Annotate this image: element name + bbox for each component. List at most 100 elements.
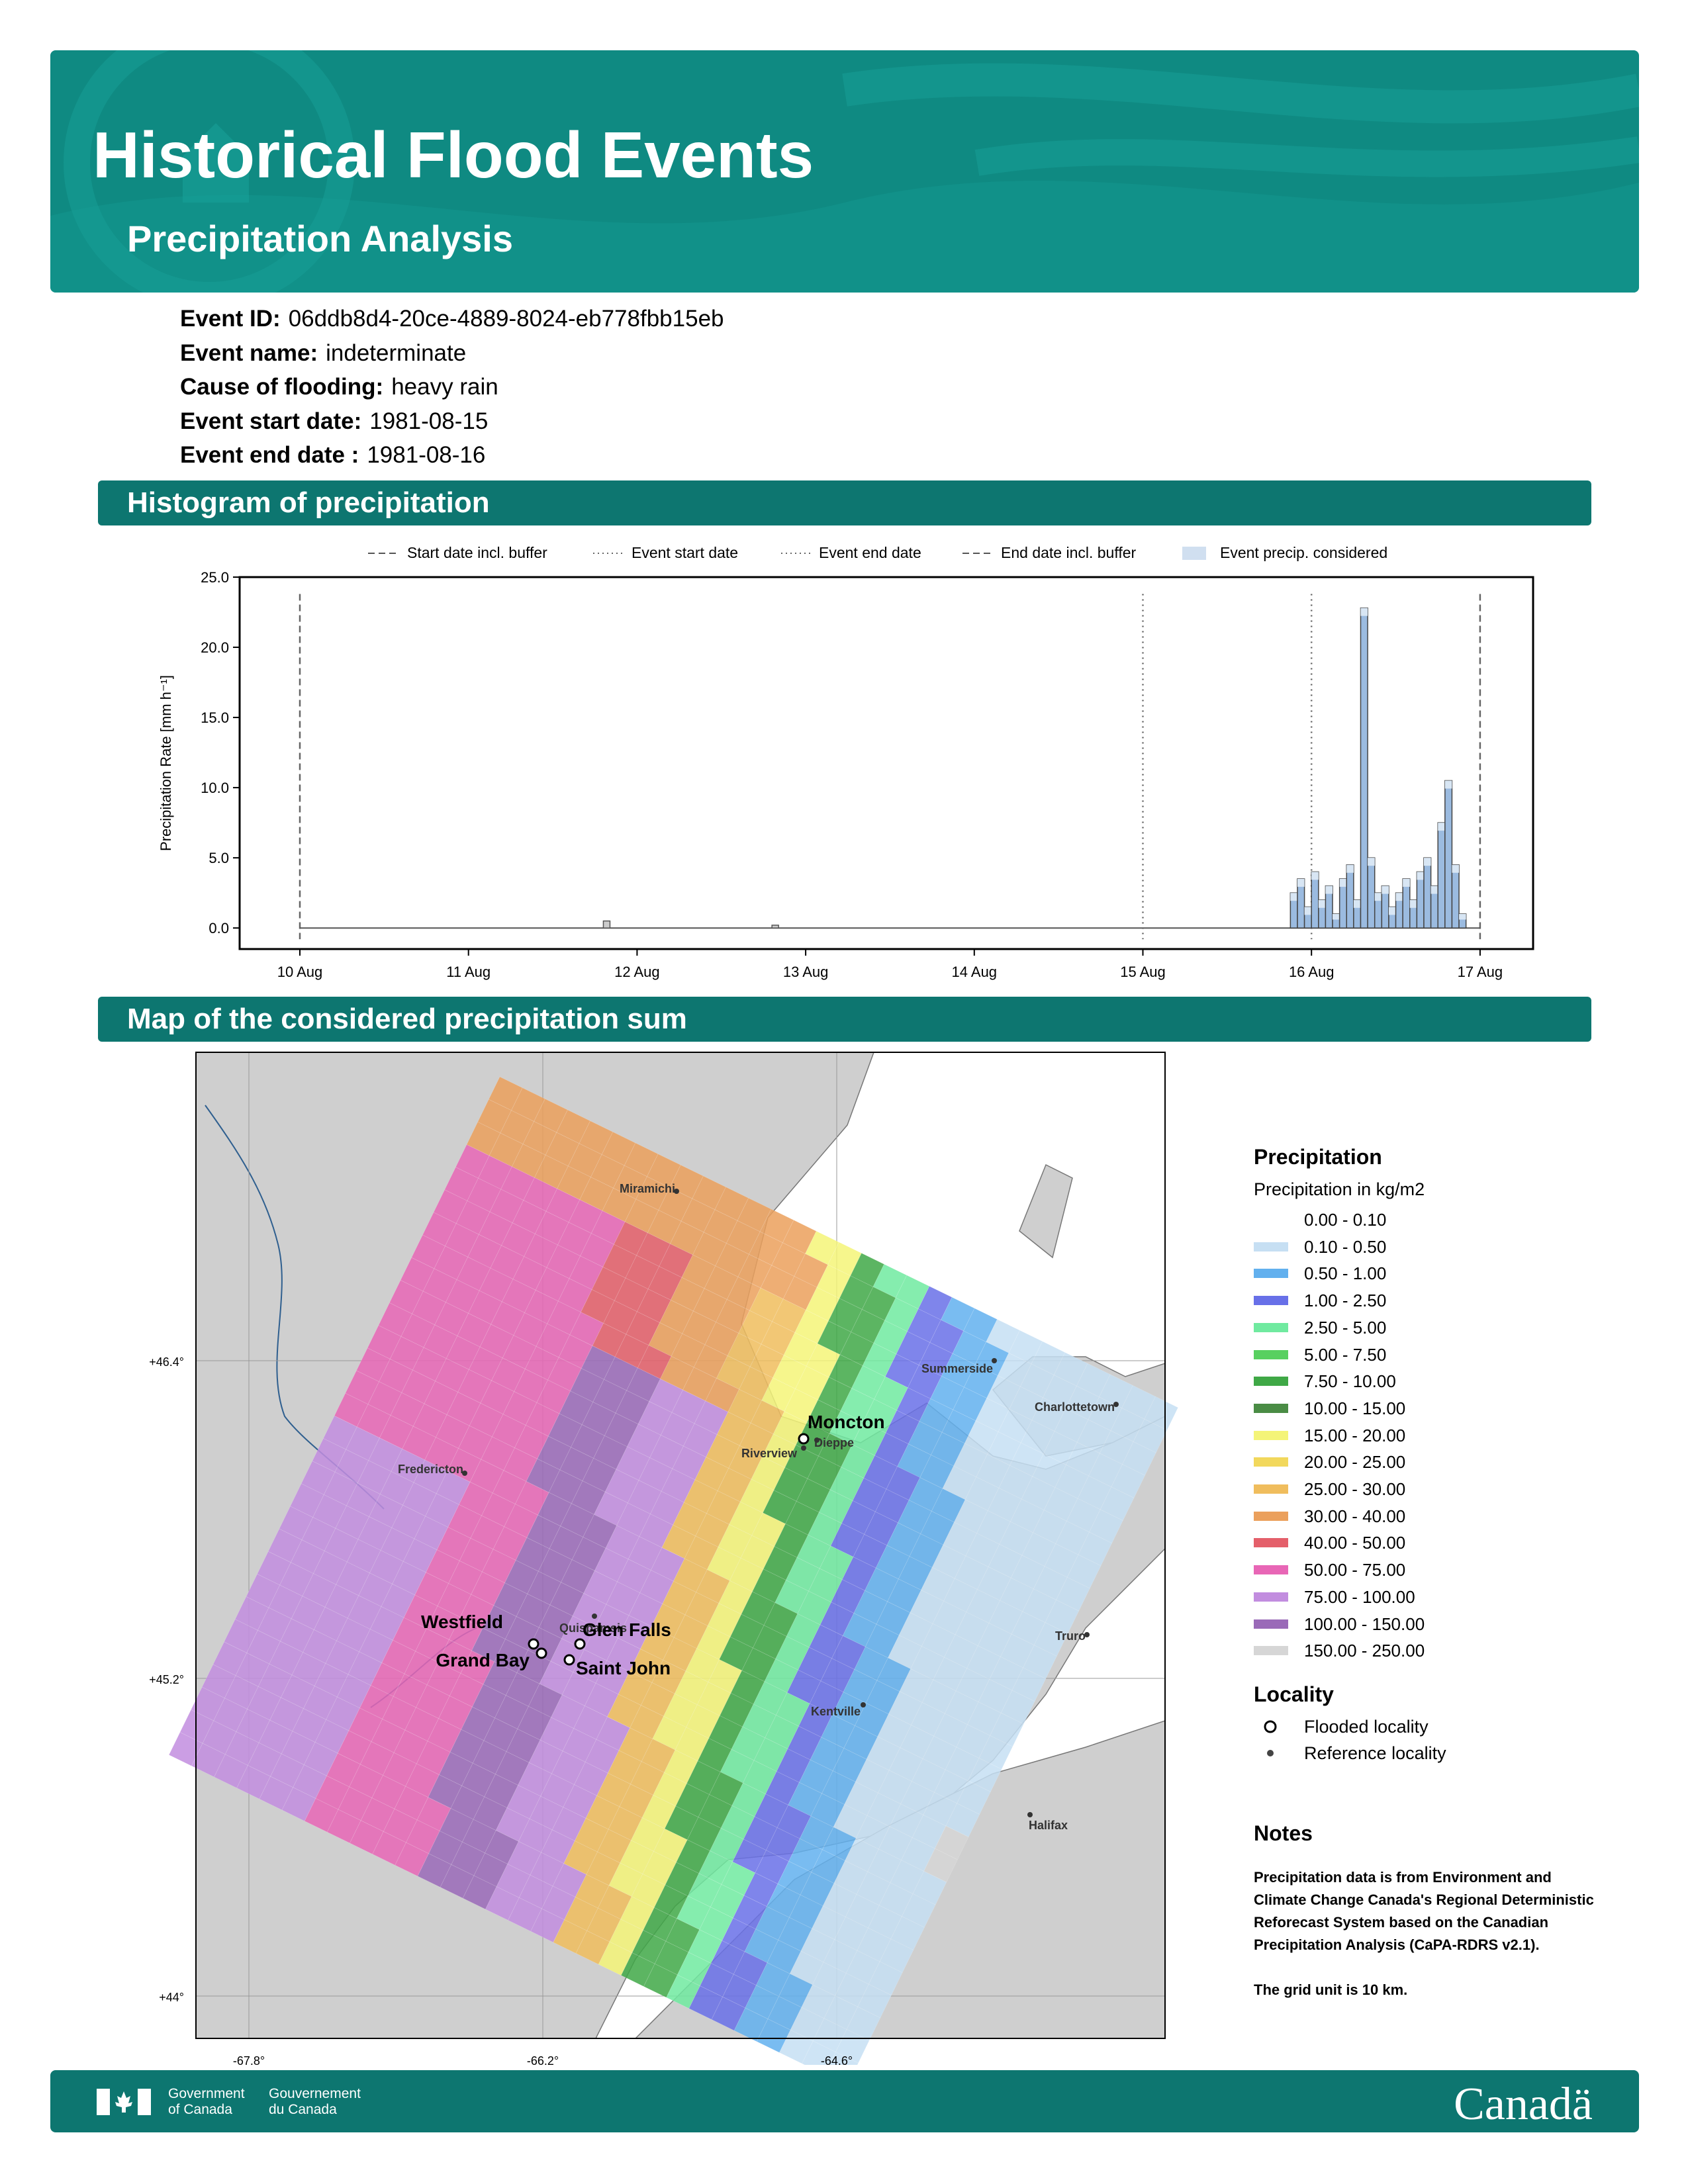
precip-bar-cap [1438, 823, 1445, 831]
lon-label: -64.6° [821, 2054, 853, 2065]
canada-flag-icon [97, 2089, 151, 2115]
legend-end-buffer: End date incl. buffer [1001, 544, 1137, 561]
flooded-locality-marker [536, 1647, 547, 1659]
x-tick-label: 13 Aug [783, 964, 829, 980]
precip-bar-cap [1333, 913, 1340, 920]
reference-locality-marker [801, 1445, 806, 1451]
legend-bin-label: 5.00 - 7.50 [1304, 1344, 1387, 1365]
legend-bin-label: 10.00 - 15.00 [1304, 1398, 1406, 1418]
legend-bin-label: 30.00 - 40.00 [1304, 1506, 1406, 1526]
flooded-locality-label: Moncton [808, 1412, 885, 1432]
legend-bin-label: 15.00 - 20.00 [1304, 1425, 1406, 1445]
precip-bar-cap [1339, 878, 1347, 887]
notes-text-1: Precipitation data is from Environment a… [1254, 1869, 1594, 1953]
legend-flooded: Flooded locality [1304, 1717, 1429, 1737]
legend-bin-label: 75.00 - 100.00 [1304, 1586, 1415, 1607]
event-start-row: Event start date: 1981-08-15 [180, 408, 489, 434]
reference-locality-label: Truro [1055, 1629, 1086, 1643]
flooded-locality-label: Westfield [421, 1612, 503, 1632]
legend-bin-swatch [1254, 1349, 1288, 1359]
precip-bar-cap [1368, 858, 1375, 866]
y-tick-label: 5.0 [209, 850, 229, 866]
lon-label: -66.2° [527, 2054, 559, 2065]
legend-bin-label: 0.10 - 0.50 [1304, 1236, 1387, 1257]
event-name-row: Event name: indeterminate [180, 340, 467, 366]
legend-reference: Reference locality [1304, 1743, 1446, 1763]
reference-locality-label: Dieppe [814, 1436, 854, 1449]
precip-bar-cap [1388, 907, 1396, 915]
x-tick-label: 12 Aug [614, 964, 660, 980]
precip-bar [1346, 864, 1354, 929]
y-tick-label: 15.0 [201, 709, 229, 726]
precip-bar [1444, 780, 1453, 929]
precip-bar-cap [1346, 864, 1354, 873]
x-tick-label: 10 Aug [277, 964, 323, 980]
y-tick-label: 10.0 [201, 780, 229, 796]
x-tick-label: 15 Aug [1120, 964, 1166, 980]
precip-bar-cap [1353, 899, 1361, 908]
flooded-locality-label: Glen Falls [583, 1619, 671, 1640]
precip-bar-cap [1290, 893, 1297, 901]
flooded-locality-label: Saint John [576, 1658, 671, 1678]
legend-bin-label: 100.00 - 150.00 [1304, 1614, 1425, 1634]
legend-event-end: Event end date [819, 544, 921, 561]
legend-bin-label: 40.00 - 50.00 [1304, 1533, 1406, 1553]
event-cause-row: Cause of flooding: heavy rain [180, 374, 498, 400]
precip-bar-cap [1409, 899, 1417, 908]
notes-title: Notes [1254, 1821, 1313, 1845]
legend-bin-label: 0.50 - 1.00 [1304, 1263, 1387, 1284]
page-title: Historical Flood Events [93, 118, 814, 191]
x-tick-label: 16 Aug [1289, 964, 1335, 980]
notes-text-2: The grid unit is 10 km. [1254, 1981, 1408, 1998]
y-tick-label: 0.0 [209, 920, 229, 936]
legend-bin-swatch [1254, 1377, 1288, 1387]
precip-bar [1360, 607, 1368, 929]
legend-bin-label: 1.00 - 2.50 [1304, 1291, 1387, 1311]
legend-bin-label: 2.50 - 5.00 [1304, 1317, 1387, 1338]
x-tick-label: 14 Aug [952, 964, 998, 980]
legend-bin-swatch [1254, 1511, 1288, 1521]
reference-locality-label: Miramichi [620, 1182, 675, 1195]
lat-label: +46.4° [149, 1355, 184, 1369]
precip-bar-cap [1304, 907, 1312, 915]
histogram-section-header: Histogram of precipitation [98, 480, 1591, 525]
gov-en: Government of Canada [168, 2086, 245, 2117]
precip-bar [1367, 857, 1376, 929]
legend-start-buffer: Start date incl. buffer [407, 544, 547, 561]
lon-label: -67.8° [233, 2054, 265, 2065]
legend-bin-label: 150.00 - 250.00 [1304, 1641, 1425, 1661]
legend-bin-label: 25.00 - 30.00 [1304, 1479, 1406, 1499]
precip-bar-cap [1395, 893, 1403, 901]
precip-bar-cap [1424, 858, 1431, 866]
precip-bar-cap [1311, 872, 1319, 880]
footer: Government of Canada Gouvernement du Can… [50, 2070, 1639, 2132]
legend-bin-swatch [1254, 1269, 1288, 1279]
flooded-locality-marker [528, 1638, 539, 1650]
reference-locality-label: Fredericton [398, 1463, 463, 1476]
x-tick-label: 17 Aug [1458, 964, 1503, 980]
lat-label: +45.2° [149, 1673, 184, 1686]
legend-bin-swatch [1254, 1565, 1288, 1575]
legend-bin-swatch [1254, 1215, 1288, 1224]
reference-locality-label: Charlottetown [1035, 1400, 1115, 1414]
y-axis-label: Precipitation Rate [mm h⁻¹] [158, 675, 174, 851]
precip-bar-cap [1417, 872, 1424, 880]
precip-bar [1416, 871, 1425, 929]
legend-bin-label: 50.00 - 75.00 [1304, 1560, 1406, 1580]
event-id-row: Event ID: 06ddb8d4-20ce-4889-8024-eb778fb… [180, 306, 724, 332]
notes-body: Precipitation data is from Environment a… [1254, 1866, 1598, 2001]
histogram-chart: 25.0 20.0 15.0 10.0 5.0 0.0 Precipitation Rate… [158, 569, 1534, 980]
legend-bin-swatch [1254, 1484, 1288, 1494]
precip-bar-cap [1430, 886, 1438, 894]
legend-bin-swatch [1254, 1646, 1288, 1656]
precip-bar-cap [1382, 886, 1389, 894]
flooded-locality-marker [563, 1654, 575, 1666]
reference-locality-label: Summerside [921, 1362, 993, 1375]
precip-bar [1423, 857, 1432, 929]
reference-locality-label: Kentville [811, 1705, 861, 1718]
locality-markers [1264, 1720, 1277, 1756]
precip-bar-cap [1444, 780, 1452, 789]
precipitation-map: +46.4° +45.2° +44° -67.8° -66.2° -64.6° Mirami… [149, 1052, 1178, 2065]
precip-bar-cap [1318, 899, 1326, 908]
precip-bar [602, 920, 611, 929]
